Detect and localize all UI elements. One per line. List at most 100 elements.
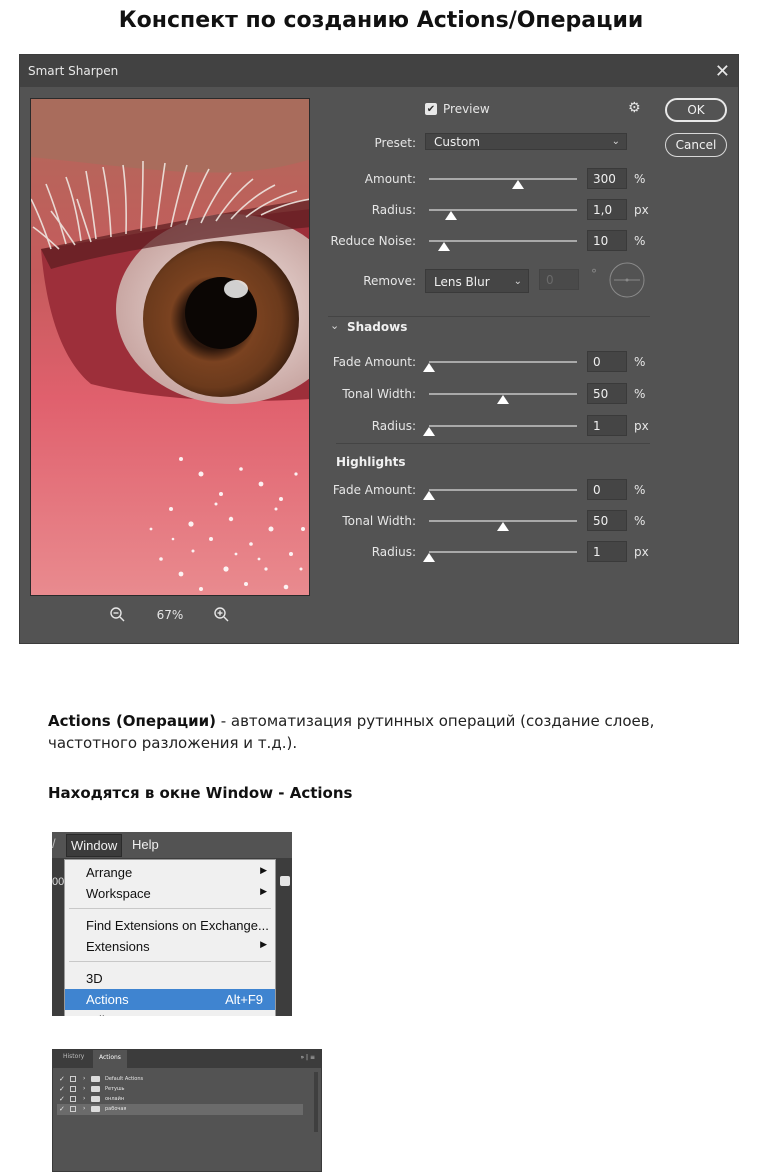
zoom-in-icon[interactable] bbox=[213, 606, 231, 624]
value-field[interactable]: 50 bbox=[587, 383, 627, 404]
preview-toggle[interactable]: ✔ Preview bbox=[425, 102, 490, 116]
remove-label: Remove: bbox=[363, 274, 416, 288]
preset-value: Custom bbox=[434, 135, 480, 149]
menu-item[interactable]: 3D bbox=[65, 968, 275, 989]
menu-item[interactable]: Find Extensions on Exchange... bbox=[65, 915, 275, 936]
slider-thumb[interactable] bbox=[423, 553, 435, 562]
page-title: Конспект по созданию Actions/Операции bbox=[118, 8, 644, 33]
action-set-name: Default Actions bbox=[105, 1076, 144, 1082]
slider-thumb[interactable] bbox=[445, 211, 457, 220]
menu-item-label: Adjustments bbox=[86, 1013, 158, 1016]
value-field[interactable]: 1,0 bbox=[587, 199, 627, 220]
menu-window[interactable]: Window bbox=[66, 834, 123, 857]
slider-track[interactable] bbox=[429, 361, 577, 363]
slider-track[interactable] bbox=[429, 178, 577, 180]
unit-label: % bbox=[634, 514, 646, 528]
cancel-button[interactable]: Cancel bbox=[665, 133, 727, 157]
folder-icon bbox=[91, 1076, 100, 1082]
check-icon[interactable]: ✓ bbox=[59, 1105, 65, 1113]
setting-label: Fade Amount: bbox=[332, 483, 416, 497]
menu-item[interactable]: Adjustments bbox=[65, 1010, 275, 1016]
value-field[interactable]: 1 bbox=[587, 415, 627, 436]
slider-track[interactable] bbox=[429, 551, 577, 553]
check-icon[interactable]: ✓ bbox=[59, 1085, 65, 1093]
window-menu-screenshot: / Window Help 00 Arrange ▶ Workspace ▶ Find … bbox=[52, 832, 292, 1016]
checkbox-checked-icon[interactable]: ✔ bbox=[425, 103, 437, 115]
value-field[interactable]: 10 bbox=[587, 230, 627, 251]
slider-thumb[interactable] bbox=[423, 491, 435, 500]
value-field[interactable]: 50 bbox=[587, 510, 627, 531]
value-field[interactable]: 0 bbox=[587, 479, 627, 500]
tab-actions[interactable]: Actions bbox=[93, 1050, 127, 1068]
expand-arrow-icon[interactable]: › bbox=[83, 1095, 85, 1102]
value-field[interactable]: 300 bbox=[587, 168, 627, 189]
value-field[interactable]: 0 bbox=[587, 351, 627, 372]
close-icon[interactable]: ✕ bbox=[715, 61, 730, 82]
remove-select[interactable]: Lens Blur ⌄ bbox=[425, 269, 529, 293]
menu-item-label: Find Extensions on Exchange... bbox=[86, 918, 269, 933]
unit-label: % bbox=[634, 172, 646, 186]
dialog-toggle-icon[interactable] bbox=[70, 1096, 76, 1102]
shadows-heading[interactable]: Shadows bbox=[347, 320, 407, 334]
tab-history[interactable]: History bbox=[63, 1053, 84, 1060]
unit-label: px bbox=[634, 545, 649, 559]
background-fragment: 00 bbox=[52, 876, 65, 888]
section-divider bbox=[328, 316, 650, 317]
background-checkbox bbox=[280, 876, 290, 886]
dialog-toggle-icon[interactable] bbox=[70, 1106, 76, 1112]
preview-label: Preview bbox=[443, 102, 490, 116]
preset-select[interactable]: Custom ⌄ bbox=[425, 133, 627, 150]
expand-arrow-icon[interactable]: › bbox=[83, 1085, 85, 1092]
eye-closeup-image bbox=[31, 99, 309, 595]
value-field[interactable]: 1 bbox=[587, 541, 627, 562]
actions-panel-screenshot: History Actions » | ≡ ✓ › Default Actions ✓… bbox=[52, 1049, 322, 1172]
slider-track[interactable] bbox=[429, 425, 577, 427]
slider-thumb[interactable] bbox=[512, 180, 524, 189]
panel-tabs: History Actions » | ≡ bbox=[53, 1050, 321, 1068]
ok-button[interactable]: OK bbox=[665, 98, 727, 122]
slider-thumb[interactable] bbox=[438, 242, 450, 251]
slider-thumb[interactable] bbox=[423, 363, 435, 372]
zoom-out-icon[interactable] bbox=[109, 606, 127, 624]
unit-label: px bbox=[634, 203, 649, 217]
slider-thumb[interactable] bbox=[423, 427, 435, 436]
panel-menu-icon[interactable]: » | ≡ bbox=[300, 1054, 315, 1061]
remove-value: Lens Blur bbox=[434, 275, 490, 289]
slider-thumb[interactable] bbox=[497, 395, 509, 404]
slider-track[interactable] bbox=[429, 240, 577, 242]
term-actions: Actions (Операции) bbox=[48, 712, 216, 730]
menu-bar-edge: / bbox=[52, 836, 56, 851]
expand-arrow-icon[interactable]: › bbox=[83, 1105, 85, 1112]
setting-label: Radius: bbox=[371, 545, 416, 559]
setting-label: Tonal Width: bbox=[342, 387, 416, 401]
menu-help[interactable]: Help bbox=[132, 837, 159, 852]
check-icon[interactable]: ✓ bbox=[59, 1075, 65, 1083]
preview-image[interactable] bbox=[30, 98, 310, 596]
menu-item[interactable]: Extensions ▶ bbox=[65, 936, 275, 957]
highlights-heading: Highlights bbox=[336, 455, 406, 469]
menu-separator bbox=[69, 908, 271, 909]
chevron-down-icon[interactable]: ⌄ bbox=[330, 319, 339, 332]
dialog-toggle-icon[interactable] bbox=[70, 1076, 76, 1082]
panel-scrollbar[interactable] bbox=[314, 1072, 318, 1132]
check-icon[interactable]: ✓ bbox=[59, 1095, 65, 1103]
slider-track[interactable] bbox=[429, 489, 577, 491]
dialog-titlebar: Smart Sharpen ✕ bbox=[20, 55, 738, 87]
submenu-arrow-icon: ▶ bbox=[260, 865, 267, 875]
expand-arrow-icon[interactable]: › bbox=[83, 1075, 85, 1082]
dialog-toggle-icon[interactable] bbox=[70, 1086, 76, 1092]
angle-dial-icon bbox=[609, 262, 645, 298]
menu-bar: / Window Help bbox=[52, 832, 292, 858]
action-set-row[interactable]: ✓ › рабочая bbox=[57, 1104, 303, 1115]
gear-icon[interactable]: ⚙ bbox=[628, 100, 641, 116]
action-set-name: рабочая bbox=[105, 1106, 127, 1112]
unit-label: % bbox=[634, 483, 646, 497]
menu-item[interactable]: Workspace ▶ bbox=[65, 883, 275, 904]
menu-item-label: Arrange bbox=[86, 865, 133, 880]
unit-label: px bbox=[634, 419, 649, 433]
zoom-bar: 67% bbox=[30, 603, 310, 627]
menu-item[interactable]: Actions Alt+F9 bbox=[65, 989, 275, 1010]
menu-item[interactable]: Arrange ▶ bbox=[65, 862, 275, 883]
slider-thumb[interactable] bbox=[497, 522, 509, 531]
setting-label: Radius: bbox=[371, 419, 416, 433]
